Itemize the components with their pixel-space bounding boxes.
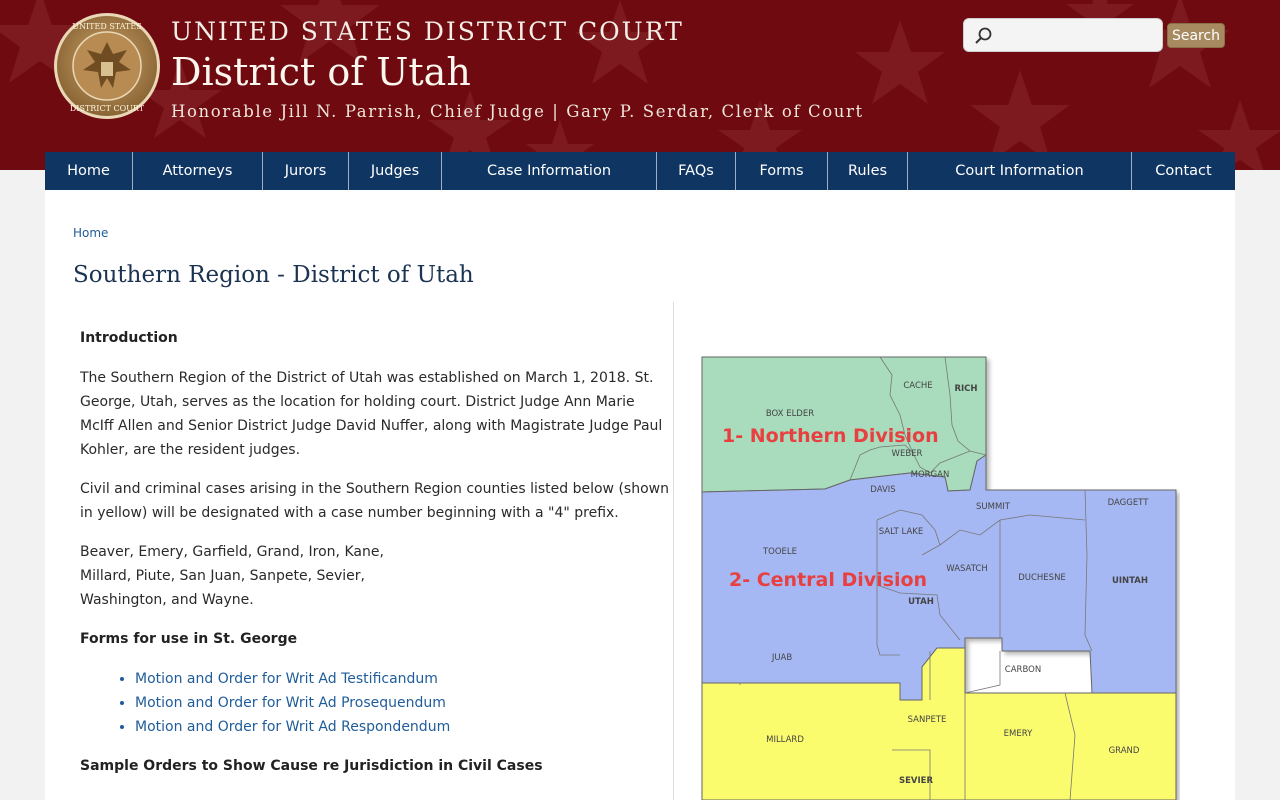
search-box	[963, 18, 1163, 52]
nav-faqs[interactable]: FAQs	[657, 152, 736, 190]
nav-rules[interactable]: Rules	[828, 152, 908, 190]
column-divider	[673, 302, 674, 800]
svg-text:EMERY: EMERY	[1004, 729, 1033, 739]
main-nav: Home Attorneys Jurors Judges Case Inform…	[45, 152, 1235, 190]
nav-attorneys[interactable]: Attorneys	[133, 152, 263, 190]
court-seal-logo: UNITED STATES DISTRICT COURT	[54, 13, 160, 119]
svg-text:TOOELE: TOOELE	[762, 547, 797, 557]
search-input[interactable]	[996, 23, 1156, 47]
counties-list: Beaver, Emery, Garfield, Grand, Iron, Ka…	[80, 544, 384, 608]
svg-text:DISTRICT COURT: DISTRICT COURT	[70, 104, 145, 113]
svg-text:RICH: RICH	[954, 384, 977, 394]
svg-text:UINTAH: UINTAH	[1112, 576, 1148, 586]
svg-text:SUMMIT: SUMMIT	[976, 502, 1011, 512]
nav-case-information[interactable]: Case Information	[442, 152, 657, 190]
judges-line: Honorable Jill N. Parrish, Chief Judge |…	[171, 102, 864, 121]
district-name: District of Utah	[171, 50, 471, 94]
intro-heading: Introduction	[80, 330, 178, 346]
svg-text:JUAB: JUAB	[771, 653, 793, 663]
svg-text:SEVIER: SEVIER	[899, 776, 933, 786]
northern-division-label: 1- Northern Division	[722, 425, 939, 447]
svg-text:SANPETE: SANPETE	[908, 715, 947, 725]
utah-divisions-map: CACHE RICH BOX ELDER WEBER MORGAN DAVIS …	[701, 356, 1177, 800]
svg-text:DUCHESNE: DUCHESNE	[1018, 573, 1066, 583]
form-link-respondendum[interactable]: Motion and Order for Writ Ad Respondendu…	[135, 719, 450, 735]
svg-text:WASATCH: WASATCH	[946, 564, 987, 574]
list-item: Motion and Order for Writ Ad Respondendu…	[135, 715, 670, 739]
text-column: Introduction The Southern Region of the …	[80, 326, 670, 778]
form-link-testificandum[interactable]: Motion and Order for Writ Ad Testificand…	[135, 671, 438, 687]
svg-text:SALT LAKE: SALT LAKE	[879, 527, 924, 537]
court-name: UNITED STATES DISTRICT COURT	[171, 17, 684, 46]
site-header: UNITED STATES DISTRICT COURT UNITED STAT…	[0, 0, 1280, 170]
svg-text:UNITED STATES: UNITED STATES	[72, 22, 141, 31]
list-item: Motion and Order for Writ Ad Testificand…	[135, 667, 670, 691]
nav-court-information[interactable]: Court Information	[908, 152, 1132, 190]
svg-text:UTAH: UTAH	[908, 597, 934, 607]
search-button[interactable]: Search	[1167, 23, 1225, 48]
breadcrumb: Home	[73, 226, 108, 240]
svg-text:DAGGETT: DAGGETT	[1108, 498, 1150, 508]
svg-text:WEBER: WEBER	[892, 449, 923, 459]
nav-home[interactable]: Home	[45, 152, 133, 190]
forms-heading: Forms for use in St. George	[80, 631, 298, 647]
svg-text:CARBON: CARBON	[1005, 665, 1041, 675]
svg-text:DAVIS: DAVIS	[870, 485, 895, 495]
search-icon	[975, 27, 992, 44]
main-content: Home Southern Region - District of Utah …	[45, 190, 1235, 800]
central-division-label: 2- Central Division	[729, 569, 927, 591]
page-title: Southern Region - District of Utah	[73, 262, 474, 288]
svg-text:BOX ELDER: BOX ELDER	[766, 409, 814, 419]
svg-text:MILLARD: MILLARD	[766, 735, 804, 745]
nav-judges[interactable]: Judges	[349, 152, 442, 190]
svg-text:MORGAN: MORGAN	[911, 470, 950, 480]
sample-orders-heading: Sample Orders to Show Cause re Jurisdict…	[80, 758, 543, 774]
form-links-list: Motion and Order for Writ Ad Testificand…	[135, 667, 670, 739]
svg-text:GRAND: GRAND	[1109, 746, 1140, 756]
svg-text:CACHE: CACHE	[903, 381, 932, 391]
breadcrumb-home-link[interactable]: Home	[73, 226, 108, 240]
form-link-prosequendum[interactable]: Motion and Order for Writ Ad Prosequendu…	[135, 695, 446, 711]
list-item: Motion and Order for Writ Ad Prosequendu…	[135, 691, 670, 715]
nav-jurors[interactable]: Jurors	[263, 152, 349, 190]
intro-paragraph-2: Civil and criminal cases arising in the …	[80, 481, 669, 521]
nav-forms[interactable]: Forms	[736, 152, 828, 190]
nav-contact[interactable]: Contact	[1132, 152, 1235, 190]
intro-paragraph-1: The Southern Region of the District of U…	[80, 370, 663, 458]
